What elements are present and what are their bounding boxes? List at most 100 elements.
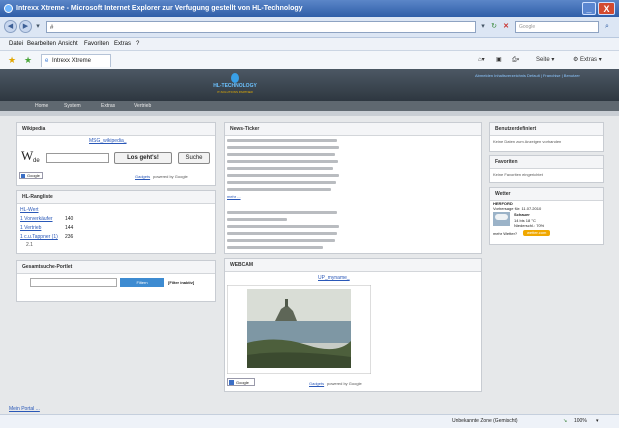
news-text-line: [227, 188, 331, 191]
news-text-line: [227, 160, 338, 163]
favoriten-portlet: Favoriten Keine Favoriten eingerichtet: [489, 155, 604, 183]
filter-button[interactable]: Filtern: [120, 278, 164, 287]
menu-item-bearbeiten[interactable]: Bearbeiten: [27, 38, 56, 50]
mein-portal-link[interactable]: Mein Portal ...: [9, 406, 40, 412]
home-icon[interactable]: ⌂▾: [478, 55, 485, 65]
nav-vertrieb[interactable]: Vertrieb: [134, 101, 151, 111]
rangliste-row-name[interactable]: 1 c.u.Tappner (1): [20, 234, 58, 240]
wikipedia-language: de: [33, 158, 40, 164]
tools-menu-label: Extras: [580, 57, 598, 63]
wikipedia-go-button[interactable]: Los geht's!: [114, 152, 172, 164]
site-header: HL-TECHNOLOGY IT-SOLUTIONS PARTNER Abmel…: [0, 69, 619, 101]
forward-button[interactable]: ▶: [19, 20, 32, 33]
news-text-line: [227, 232, 337, 235]
wikipedia-link[interactable]: MSG_wikipedia_: [89, 138, 127, 144]
gadgets-link[interactable]: Gadgets: [135, 174, 150, 179]
no-data-text: Keine Daten zum Anzeigen vorhanden: [493, 139, 562, 144]
menu-item-help[interactable]: ?: [136, 38, 139, 50]
header-links[interactable]: Abmelden Inhaltsverzeichnis Default | Fr…: [475, 73, 580, 78]
favorites-bar: ★ ★ e Intrexx Xtreme ⌂▾ ▣ ⎙▾ Seite ▾ ⚙ E…: [0, 51, 619, 70]
news-text-line: [227, 181, 336, 184]
rangliste-row-name[interactable]: 1 Vorverkäufer: [20, 216, 53, 222]
url-dropdown-icon[interactable]: ▾: [479, 23, 487, 31]
history-dropdown-icon[interactable]: ▾: [34, 23, 42, 31]
weather-shower-icon: [493, 212, 510, 226]
rangliste-row-name[interactable]: 1 Vertrieb: [20, 225, 41, 231]
gesamtsuche-portlet: Gesamtsuche-Portlet Filtern [Filter inak…: [16, 260, 216, 302]
google-gadget-badge[interactable]: Google: [227, 378, 255, 386]
news-text-line: [227, 139, 337, 142]
nav-system[interactable]: System: [64, 101, 81, 111]
window-title: Intrexx Xtreme - Microsoft Internet Expl…: [16, 5, 303, 12]
stop-icon[interactable]: ✕: [502, 23, 510, 31]
rangliste-extra: 2.1: [26, 242, 33, 248]
company-logo[interactable]: HL-TECHNOLOGY IT-SOLUTIONS PARTNER: [206, 73, 264, 99]
rangliste-row-value: 144: [65, 225, 74, 231]
minimize-button[interactable]: _: [582, 2, 596, 15]
wikipedia-search-input[interactable]: [46, 153, 109, 163]
window-title-bar: Intrexx Xtreme - Microsoft Internet Expl…: [0, 0, 619, 17]
page-icon: e: [45, 58, 49, 64]
no-favorites-text: Keine Favoriten eingerichtet: [493, 172, 543, 177]
zoom-level[interactable]: 100%: [574, 415, 587, 427]
wetter-com-badge[interactable]: wetter.com: [523, 230, 551, 236]
wikipedia-portlet: Wikipedia MSG_wikipedia_ W de Los geht's…: [16, 122, 216, 186]
powered-by-google: powered by Google: [327, 381, 362, 386]
internet-explorer-icon: [4, 4, 13, 13]
news-text-line: [227, 225, 339, 228]
more-weather-link[interactable]: mehr Wetter?: [493, 231, 517, 236]
menu-item-extras[interactable]: Extras: [114, 38, 131, 50]
close-button[interactable]: X: [598, 2, 615, 15]
plus-icon: [21, 174, 25, 178]
weather-rain: Niederschl.: 70%: [514, 223, 545, 228]
nav-home[interactable]: Home: [35, 101, 48, 111]
google-gadget-badge[interactable]: Google: [19, 172, 43, 179]
portlet-title: News-Ticker: [225, 123, 481, 136]
logo-drop-icon: [231, 73, 239, 83]
tab-label: Intrexx Xtreme: [52, 58, 92, 64]
webcam-image: [227, 285, 371, 374]
hl-rangliste-portlet: HL-Rangliste HL-Wert 1 Vorverkäufer 140 …: [16, 190, 216, 254]
zone-icon: ↘: [563, 418, 568, 424]
tab-intrexx-xtreme[interactable]: e Intrexx Xtreme: [41, 54, 111, 67]
menu-item-ansicht[interactable]: Ansicht: [58, 38, 78, 50]
add-favorite-icon[interactable]: ★: [24, 56, 32, 65]
portlet-title: Benutzerdefiniert: [490, 123, 603, 136]
back-button[interactable]: ◀: [4, 20, 17, 33]
news-text-line: [227, 153, 335, 156]
powered-by-google: powered by Google: [153, 174, 188, 179]
search-icon[interactable]: ⌕: [603, 23, 611, 31]
rangliste-row-name[interactable]: HL-Wert: [20, 207, 39, 213]
favorites-star-icon[interactable]: ★: [8, 56, 16, 65]
gesamtsuche-input[interactable]: [30, 278, 117, 287]
menu-item-datei[interactable]: Datei: [9, 38, 23, 50]
nav-extras[interactable]: Extras: [101, 101, 115, 111]
zoom-dropdown-icon[interactable]: ▾: [596, 415, 599, 427]
portlet-title: Gesamtsuche-Portlet: [17, 261, 215, 274]
page-menu-button[interactable]: Seite ▾: [536, 55, 554, 65]
filter-status: [Filter inaktiv]: [168, 280, 195, 285]
status-bar: Unbekannte Zone (Gemischt) ↘ 100% ▾: [0, 414, 619, 428]
print-icon[interactable]: ⎙▾: [512, 55, 519, 65]
refresh-icon[interactable]: ↻: [490, 23, 498, 31]
news-text-line: [227, 146, 339, 149]
plus-icon: [229, 380, 234, 385]
gadgets-link[interactable]: Gadgets: [309, 381, 324, 386]
news-text-line: [227, 218, 287, 221]
logo-name: HL-TECHNOLOGY: [213, 83, 257, 89]
tools-menu-button[interactable]: ⚙ Extras ▾: [573, 55, 602, 65]
webcam-link[interactable]: UP_myname_: [318, 275, 350, 281]
menu-item-favoriten[interactable]: Favoriten: [84, 38, 109, 50]
benutzerdefiniert-portlet: Benutzerdefiniert Keine Daten zum Anzeig…: [489, 122, 604, 152]
search-input[interactable]: Google: [515, 21, 599, 33]
weather-condition: Schauer: [514, 212, 530, 217]
wetter-portlet: Wetter HERFORD Vorhersage für: 11.07.201…: [489, 187, 604, 245]
webcam-portlet: WEBCAM UP_myname_ Google Gadgets powered…: [224, 258, 482, 392]
feeds-icon[interactable]: ▣: [496, 55, 502, 65]
news-text-line: [227, 167, 333, 170]
rangliste-row-value: 236: [65, 234, 74, 240]
news-more-link[interactable]: mehr ...: [227, 194, 241, 199]
google-badge-label: Google: [27, 173, 40, 178]
url-input[interactable]: #: [46, 21, 476, 33]
wikipedia-search-button[interactable]: Suche: [178, 152, 210, 164]
